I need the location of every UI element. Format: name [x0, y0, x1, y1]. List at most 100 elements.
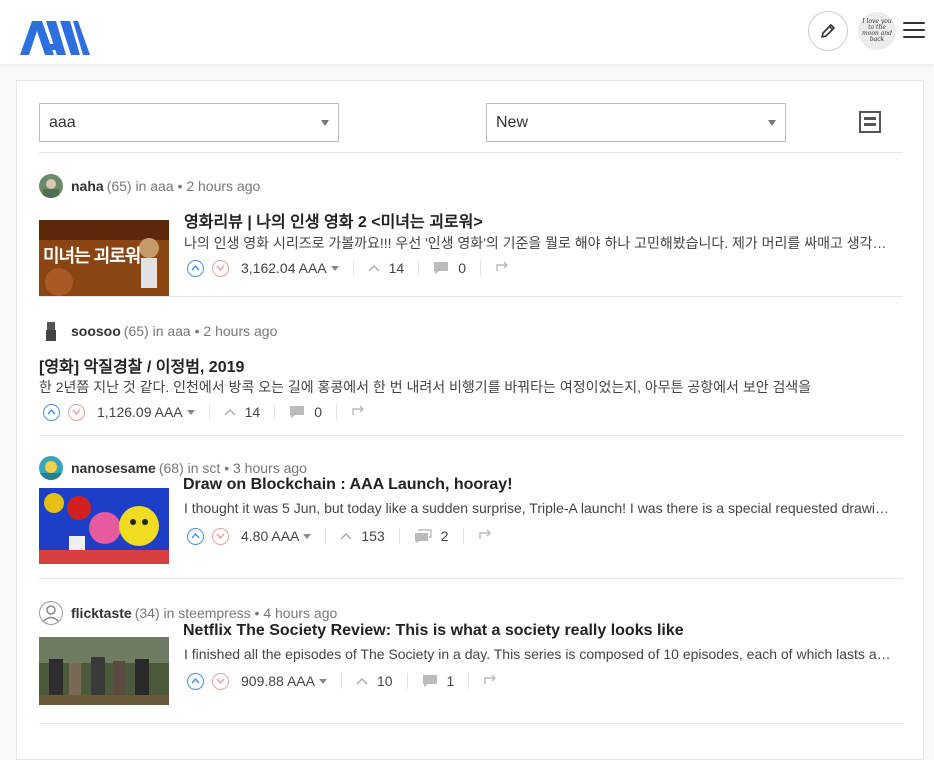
divider [39, 723, 903, 724]
divider [39, 152, 903, 153]
comment-count-value: 0 [314, 404, 323, 420]
post-body[interactable]: I thought it was 5 Jun, but today like a… [184, 500, 896, 516]
author-avatar[interactable] [39, 456, 63, 480]
caret-down-icon [186, 409, 195, 415]
payout-value: 909.88 AAA [241, 673, 315, 689]
vote-count[interactable]: 10 [356, 673, 393, 689]
author-name[interactable]: nanosesame [71, 460, 156, 476]
post-title[interactable]: 영화리뷰 | 나의 인생 영화 2 <미녀는 괴로워> [184, 208, 903, 232]
post-title[interactable]: Netflix The Society Review: This is what… [183, 622, 903, 640]
post-actions: 1,126.09 AAA 14 0 [43, 402, 367, 422]
resteem-button[interactable] [478, 528, 494, 544]
divider [39, 435, 903, 436]
upvote-button[interactable] [187, 672, 204, 690]
tag-filter-select[interactable]: aaa [39, 103, 339, 142]
sort-value: New [496, 114, 529, 131]
thumbnail-lettering: 미녀는 괴로워 [43, 246, 141, 266]
post-community[interactable]: in aaa [153, 323, 191, 339]
comment-count-value: 1 [446, 673, 455, 689]
author-reputation: (68) [158, 460, 184, 476]
caret-down-icon [330, 265, 339, 271]
vote-count-value: 10 [376, 673, 393, 689]
payout-dropdown[interactable]: 909.88 AAA [241, 673, 327, 689]
chevron-up-icon [368, 264, 380, 272]
resteem-icon [495, 260, 511, 276]
comment-icon [289, 405, 305, 419]
post-community[interactable]: in aaa [135, 178, 173, 194]
top-header: I love you to the moon and back [0, 0, 934, 64]
post-title[interactable]: Draw on Blockchain : AAA Launch, hooray! [183, 476, 903, 494]
payout-value: 1,126.09 AAA [97, 404, 183, 420]
post-body[interactable]: 한 2년쯤 지난 것 같다. 인천에서 방콕 오는 길에 홍콩에서 한 번 내려… [39, 377, 895, 397]
resteem-icon [483, 673, 499, 689]
upvote-button[interactable] [43, 403, 60, 421]
post-thumbnail[interactable] [39, 488, 169, 564]
payout-dropdown[interactable]: 4.80 AAA [241, 528, 312, 544]
comment-count-value: 2 [440, 528, 449, 544]
author-name[interactable]: flicktaste [71, 605, 132, 621]
author-name[interactable]: soosoo [71, 323, 121, 339]
downvote-button[interactable] [68, 403, 85, 421]
post-actions: 4.80 AAA 153 2 [187, 526, 494, 546]
downvote-button[interactable] [212, 527, 229, 545]
resteem-button[interactable] [495, 260, 511, 276]
post-title[interactable]: [영화] 악질경찰 / 이정범, 2019 [39, 353, 903, 377]
comment-icon [422, 674, 438, 688]
vote-count-value: 153 [361, 528, 385, 544]
vote-count-value: 14 [244, 404, 261, 420]
resteem-button[interactable] [351, 404, 367, 420]
upvote-button[interactable] [187, 527, 204, 545]
author-avatar[interactable] [39, 319, 63, 343]
sort-select[interactable]: New [486, 103, 786, 142]
resteem-icon [351, 404, 367, 420]
comment-icon [433, 261, 449, 275]
user-avatar[interactable]: I love you to the moon and back [858, 12, 896, 50]
author-avatar[interactable] [39, 174, 63, 198]
feed-panel: aaa New naha (65) in aaa • 2 hours ago 미… [16, 80, 924, 760]
divider [39, 578, 903, 579]
post-thumbnail[interactable] [39, 637, 169, 705]
comment-count[interactable]: 0 [289, 404, 322, 420]
post-body[interactable]: 나의 인생 영화 시리즈로 가볼까요!!! 우선 '인생 영화'의 기준을 뭘로… [184, 233, 896, 253]
vote-count[interactable]: 14 [368, 260, 404, 276]
comment-count[interactable]: 0 [433, 260, 466, 276]
list-layout-icon[interactable] [859, 111, 881, 133]
payout-value: 4.80 AAA [241, 528, 300, 544]
payout-dropdown[interactable]: 3,162.04 AAA [241, 260, 339, 276]
author-name[interactable]: naha [71, 178, 104, 194]
post-time: • 2 hours ago [177, 178, 261, 194]
post-time: • 4 hours ago [254, 605, 338, 621]
post-meta: naha (65) in aaa • 2 hours ago [39, 174, 260, 198]
caret-down-icon [303, 533, 312, 539]
vote-count[interactable]: 153 [340, 528, 385, 544]
chevron-up-icon [340, 532, 352, 540]
payout-dropdown[interactable]: 1,126.09 AAA [97, 404, 195, 420]
downvote-button[interactable] [212, 672, 229, 690]
resteem-button[interactable] [483, 673, 499, 689]
author-reputation: (34) [134, 605, 160, 621]
tag-filter-value: aaa [49, 114, 76, 131]
comments-icon [414, 529, 432, 543]
post-community[interactable]: in sct [188, 460, 221, 476]
upvote-button[interactable] [187, 259, 204, 277]
chevron-down-icon [321, 120, 329, 126]
comment-count[interactable]: 2 [414, 528, 449, 544]
chevron-up-icon [356, 677, 368, 685]
post-meta: soosoo (65) in aaa • 2 hours ago [39, 319, 277, 343]
post-actions: 909.88 AAA 10 1 [187, 671, 499, 691]
write-post-button[interactable] [808, 11, 848, 51]
vote-count[interactable]: 14 [224, 404, 261, 420]
comment-count[interactable]: 1 [422, 673, 455, 689]
post-body[interactable]: I finished all the episodes of The Socie… [184, 646, 896, 662]
aaa-logo-icon[interactable] [20, 18, 90, 56]
hamburger-menu-icon[interactable] [903, 22, 925, 40]
payout-value: 3,162.04 AAA [241, 260, 327, 276]
post-community[interactable]: in steempress [164, 605, 251, 621]
downvote-button[interactable] [212, 259, 229, 277]
post-actions: 3,162.04 AAA 14 0 [187, 258, 511, 278]
post-time: • 2 hours ago [194, 323, 278, 339]
author-avatar[interactable] [39, 601, 63, 625]
avatar-lettering: I love you to the moon and back [862, 18, 892, 43]
chevron-down-icon [768, 120, 776, 126]
post-thumbnail[interactable]: 미녀는 괴로워 [39, 220, 169, 296]
